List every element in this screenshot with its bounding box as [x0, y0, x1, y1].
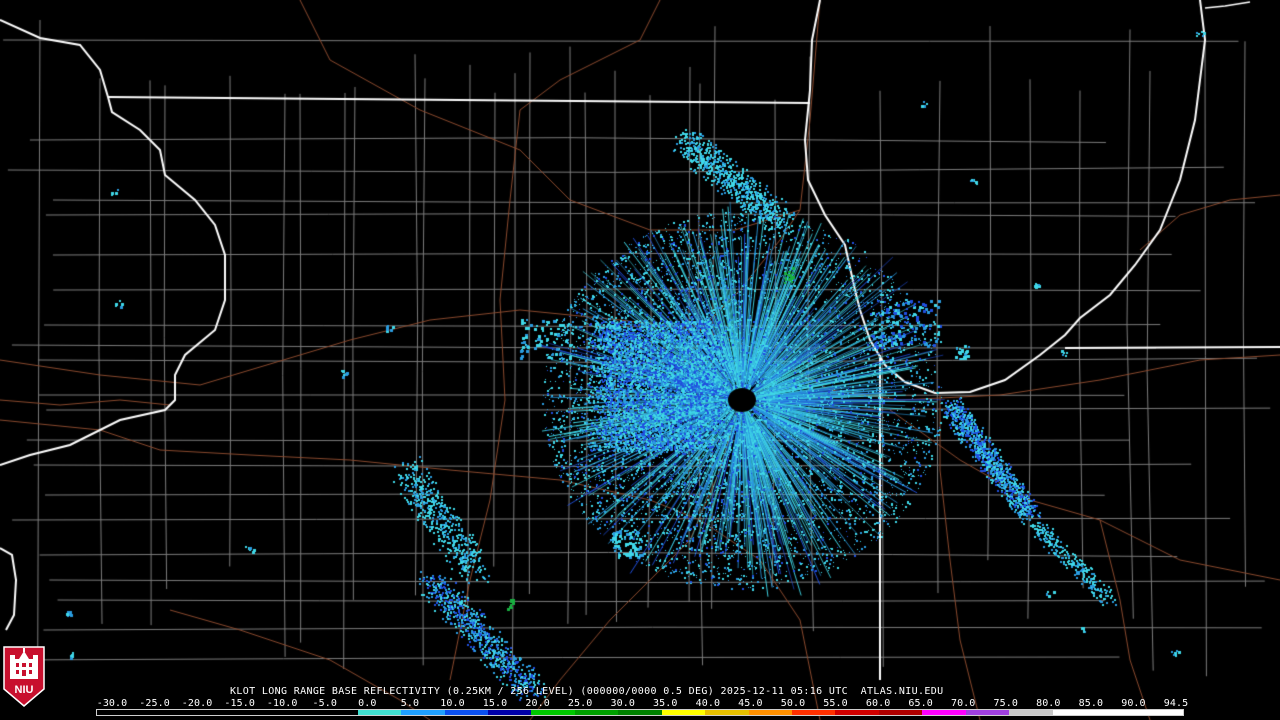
colorbar-label: -20.0	[181, 698, 213, 709]
colorbar-segment	[1052, 710, 1097, 715]
colorbar-label: 55.0	[823, 698, 848, 709]
colorbar-segment	[792, 710, 836, 715]
colorbar-label: -25.0	[139, 698, 170, 709]
niu-logo-text: NIU	[15, 684, 34, 696]
reflectivity-colorbar	[96, 709, 1184, 716]
colorbar-segment	[574, 710, 619, 715]
niu-logo[interactable]: NIU	[2, 645, 46, 708]
colorbar-segment	[618, 710, 662, 715]
colorbar-label: 0.0	[358, 698, 377, 709]
colorbar-segment	[1139, 710, 1183, 715]
colorbar-segment	[227, 710, 271, 715]
colorbar-label: 15.0	[482, 698, 508, 709]
colorbar-segment	[314, 710, 358, 715]
colorbar-segment	[444, 710, 488, 715]
colorbar-label: -5.0	[312, 698, 338, 709]
colorbar-label: 85.0	[1078, 698, 1104, 709]
colorbar-label: 30.0	[610, 698, 635, 709]
colorbar-label: 75.0	[993, 698, 1018, 709]
colorbar-segment	[357, 710, 402, 715]
product-caption: KLOT LONG RANGE BASE REFLECTIVITY (0.25K…	[230, 686, 944, 697]
colorbar-label: 20.0	[525, 698, 550, 709]
colorbar-label: 5.0	[400, 698, 420, 709]
colorbar-segment	[705, 710, 749, 715]
colorbar-label: 50.0	[780, 698, 806, 709]
colorbar-segment	[401, 710, 445, 715]
colorbar-segment	[922, 710, 966, 715]
colorbar-segment	[531, 710, 575, 715]
colorbar-label: 60.0	[865, 698, 891, 709]
colorbar-segment	[661, 710, 706, 715]
colorbar-label: 25.0	[567, 698, 593, 709]
colorbar-label: 65.0	[908, 698, 933, 709]
colorbar-segment	[835, 710, 879, 715]
colorbar-segment	[965, 710, 1010, 715]
colorbar-segment	[1009, 710, 1053, 715]
colorbar-label: -10.0	[266, 698, 298, 709]
colorbar-label: 80.0	[1036, 698, 1061, 709]
colorbar-label: 70.0	[950, 698, 976, 709]
colorbar-label: 45.0	[738, 698, 763, 709]
colorbar-label: 94.5	[1163, 698, 1189, 709]
colorbar-segment	[270, 710, 315, 715]
colorbar-label: 35.0	[653, 698, 678, 709]
radar-map[interactable]	[0, 0, 1280, 720]
colorbar-label: 10.0	[440, 698, 465, 709]
colorbar-segment	[183, 710, 228, 715]
colorbar-label: 40.0	[695, 698, 721, 709]
colorbar-label: 90.0	[1121, 698, 1146, 709]
colorbar-segment	[487, 710, 532, 715]
colorbar-segment	[1096, 710, 1140, 715]
colorbar-segment	[140, 710, 184, 715]
colorbar-label: -15.0	[224, 698, 255, 709]
colorbar-segment	[748, 710, 792, 715]
colorbar-segment	[97, 710, 141, 715]
colorbar-label: -30.0	[96, 698, 128, 709]
colorbar-segment	[878, 710, 923, 715]
